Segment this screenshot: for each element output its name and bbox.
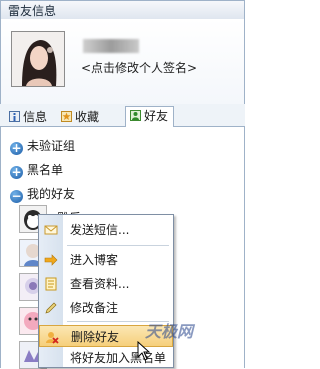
group-label: 我的好友 xyxy=(27,187,76,201)
info-icon xyxy=(9,111,20,122)
nickname-blurred xyxy=(83,39,139,53)
tab-info-label: 信息 xyxy=(23,110,48,124)
mouse-cursor-icon xyxy=(137,341,151,361)
menu-item-edit-note[interactable]: 修改备注 xyxy=(39,297,173,319)
menu-item-label: 删除好友 xyxy=(71,330,120,344)
tab-favorites-label: 收藏 xyxy=(75,110,100,124)
context-menu: 发送短信... 进入博客 查看资料... 修改备注 删除好友 将好友加入黑名单 xyxy=(38,214,174,368)
expand-icon[interactable]: + xyxy=(10,166,23,179)
tab-info[interactable]: 信息 xyxy=(4,107,53,125)
edit-icon xyxy=(45,302,57,314)
tab-favorites[interactable]: 收藏 xyxy=(56,107,105,125)
profile-header: <点击修改个人签名> xyxy=(0,19,245,105)
window-title: 雷友信息 xyxy=(8,4,57,18)
delete-friend-icon xyxy=(46,332,59,344)
menu-item-add-to-blacklist[interactable]: 将好友加入黑名单 xyxy=(39,347,173,369)
collapse-icon[interactable]: − xyxy=(10,190,23,203)
menu-item-label: 将好友加入黑名单 xyxy=(70,351,167,365)
group-my-friends[interactable]: − 我的好友 xyxy=(10,185,75,203)
menu-item-label: 进入博客 xyxy=(70,253,119,267)
arrow-right-icon xyxy=(44,254,58,266)
menu-item-label: 查看资料... xyxy=(70,277,130,291)
group-label: 黑名单 xyxy=(27,163,64,177)
window-titlebar: 雷友信息 xyxy=(0,0,245,20)
group-label: 未验证组 xyxy=(27,139,76,153)
tab-bar: 信息 收藏 好友 xyxy=(0,104,245,127)
envelope-icon xyxy=(44,225,58,235)
watermark: 天极网 xyxy=(145,322,194,341)
friends-icon xyxy=(130,110,141,121)
group-unverified[interactable]: + 未验证组 xyxy=(10,137,75,155)
expand-icon[interactable]: + xyxy=(10,142,23,155)
menu-item-label: 修改备注 xyxy=(70,301,119,315)
tab-friends-label: 好友 xyxy=(144,109,169,123)
star-icon xyxy=(61,111,72,122)
menu-separator xyxy=(67,245,169,246)
menu-item-send-message[interactable]: 发送短信... xyxy=(39,219,173,241)
signature-text[interactable]: <点击修改个人签名> xyxy=(81,59,197,76)
menu-item-label: 发送短信... xyxy=(70,223,130,237)
tab-friends[interactable]: 好友 xyxy=(125,106,175,127)
document-icon xyxy=(45,277,57,291)
group-blacklist[interactable]: + 黑名单 xyxy=(10,161,63,179)
menu-item-enter-blog[interactable]: 进入博客 xyxy=(39,249,173,271)
profile-avatar[interactable] xyxy=(11,31,65,87)
menu-item-view-profile[interactable]: 查看资料... xyxy=(39,273,173,295)
